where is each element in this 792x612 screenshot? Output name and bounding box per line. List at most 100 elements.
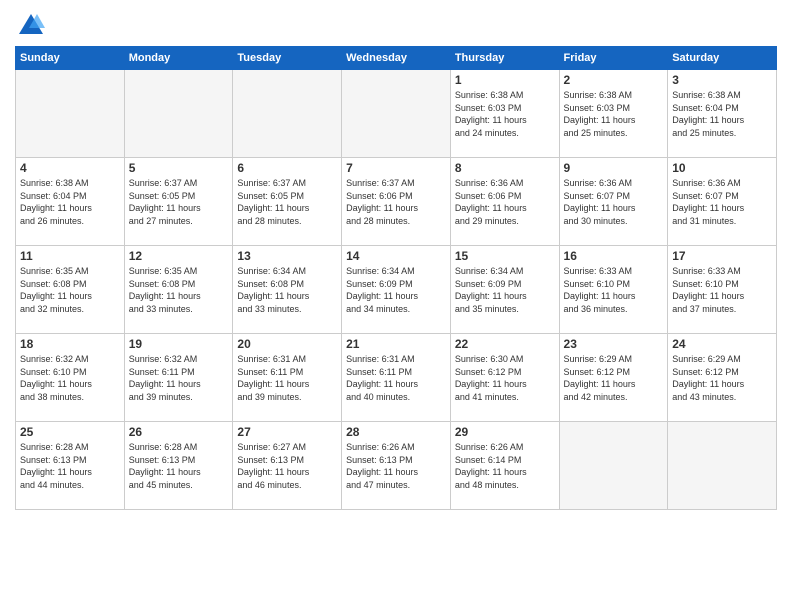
- day-info: Sunrise: 6:38 AM Sunset: 6:04 PM Dayligh…: [20, 177, 120, 227]
- day-number: 21: [346, 337, 446, 351]
- day-number: 24: [672, 337, 772, 351]
- header: [15, 10, 777, 38]
- day-number: 15: [455, 249, 555, 263]
- calendar-cell: 9 Sunrise: 6:36 AM Sunset: 6:07 PM Daylig…: [559, 158, 668, 246]
- day-info: Sunrise: 6:36 AM Sunset: 6:06 PM Dayligh…: [455, 177, 555, 227]
- week-row-4: 25 Sunrise: 6:28 AM Sunset: 6:13 PM Dayli…: [16, 422, 777, 510]
- day-number: 29: [455, 425, 555, 439]
- calendar-cell: 14 Sunrise: 6:34 AM Sunset: 6:09 PM Dayli…: [342, 246, 451, 334]
- day-number: 18: [20, 337, 120, 351]
- day-info: Sunrise: 6:31 AM Sunset: 6:11 PM Dayligh…: [237, 353, 337, 403]
- calendar-cell: 24Sunrise: 6:29 AM Sunset: 6:12 PM Dayli…: [668, 334, 777, 422]
- weekday-header-tuesday: Tuesday: [233, 47, 342, 70]
- page: SundayMondayTuesdayWednesdayThursdayFrid…: [0, 0, 792, 612]
- calendar-cell: 4 Sunrise: 6:38 AM Sunset: 6:04 PM Daylig…: [16, 158, 125, 246]
- calendar-cell: 25 Sunrise: 6:28 AM Sunset: 6:13 PM Dayli…: [16, 422, 125, 510]
- calendar-cell: 19 Sunrise: 6:32 AM Sunset: 6:11 PM Dayli…: [124, 334, 233, 422]
- day-number: 26: [129, 425, 229, 439]
- day-info: Sunrise: 6:37 AM Sunset: 6:06 PM Dayligh…: [346, 177, 446, 227]
- calendar-cell: 15 Sunrise: 6:34 AM Sunset: 6:09 PM Dayli…: [450, 246, 559, 334]
- calendar-cell: 22 Sunrise: 6:30 AM Sunset: 6:12 PM Dayli…: [450, 334, 559, 422]
- day-number: 7: [346, 161, 446, 175]
- calendar-cell: 27 Sunrise: 6:27 AM Sunset: 6:13 PM Dayli…: [233, 422, 342, 510]
- calendar-cell: 3 Sunrise: 6:38 AM Sunset: 6:04 PM Daylig…: [668, 70, 777, 158]
- day-info: Sunrise: 6:34 AM Sunset: 6:09 PM Dayligh…: [346, 265, 446, 315]
- day-info: Sunrise: 6:38 AM Sunset: 6:03 PM Dayligh…: [564, 89, 664, 139]
- logo: [15, 10, 45, 38]
- calendar-cell: 28 Sunrise: 6:26 AM Sunset: 6:13 PM Dayli…: [342, 422, 451, 510]
- calendar-cell: 16Sunrise: 6:33 AM Sunset: 6:10 PM Dayli…: [559, 246, 668, 334]
- calendar-cell: 6 Sunrise: 6:37 AM Sunset: 6:05 PM Daylig…: [233, 158, 342, 246]
- weekday-header-friday: Friday: [559, 47, 668, 70]
- day-number: 2: [564, 73, 664, 87]
- week-row-3: 18 Sunrise: 6:32 AM Sunset: 6:10 PM Dayli…: [16, 334, 777, 422]
- day-info: Sunrise: 6:34 AM Sunset: 6:08 PM Dayligh…: [237, 265, 337, 315]
- calendar-body: 1 Sunrise: 6:38 AM Sunset: 6:03 PM Daylig…: [16, 70, 777, 510]
- calendar-cell: 5 Sunrise: 6:37 AM Sunset: 6:05 PM Daylig…: [124, 158, 233, 246]
- day-info: Sunrise: 6:32 AM Sunset: 6:11 PM Dayligh…: [129, 353, 229, 403]
- weekday-header-wednesday: Wednesday: [342, 47, 451, 70]
- day-number: 22: [455, 337, 555, 351]
- day-info: Sunrise: 6:28 AM Sunset: 6:13 PM Dayligh…: [20, 441, 120, 491]
- day-number: 11: [20, 249, 120, 263]
- day-info: Sunrise: 6:33 AM Sunset: 6:10 PM Dayligh…: [672, 265, 772, 315]
- day-info: Sunrise: 6:27 AM Sunset: 6:13 PM Dayligh…: [237, 441, 337, 491]
- calendar-cell: 11 Sunrise: 6:35 AM Sunset: 6:08 PM Dayli…: [16, 246, 125, 334]
- calendar-cell: 26 Sunrise: 6:28 AM Sunset: 6:13 PM Dayli…: [124, 422, 233, 510]
- day-info: Sunrise: 6:35 AM Sunset: 6:08 PM Dayligh…: [20, 265, 120, 315]
- day-info: Sunrise: 6:32 AM Sunset: 6:10 PM Dayligh…: [20, 353, 120, 403]
- day-info: Sunrise: 6:28 AM Sunset: 6:13 PM Dayligh…: [129, 441, 229, 491]
- day-info: Sunrise: 6:26 AM Sunset: 6:13 PM Dayligh…: [346, 441, 446, 491]
- day-number: 27: [237, 425, 337, 439]
- calendar-cell: [124, 70, 233, 158]
- calendar-cell: 20 Sunrise: 6:31 AM Sunset: 6:11 PM Dayli…: [233, 334, 342, 422]
- calendar-table: SundayMondayTuesdayWednesdayThursdayFrid…: [15, 46, 777, 510]
- day-info: Sunrise: 6:37 AM Sunset: 6:05 PM Dayligh…: [129, 177, 229, 227]
- weekday-header-row: SundayMondayTuesdayWednesdayThursdayFrid…: [16, 47, 777, 70]
- calendar-cell: 13 Sunrise: 6:34 AM Sunset: 6:08 PM Dayli…: [233, 246, 342, 334]
- calendar-cell: [233, 70, 342, 158]
- calendar-cell: 2 Sunrise: 6:38 AM Sunset: 6:03 PM Daylig…: [559, 70, 668, 158]
- calendar-cell: 21 Sunrise: 6:31 AM Sunset: 6:11 PM Dayli…: [342, 334, 451, 422]
- day-info: Sunrise: 6:38 AM Sunset: 6:04 PM Dayligh…: [672, 89, 772, 139]
- day-info: Sunrise: 6:38 AM Sunset: 6:03 PM Dayligh…: [455, 89, 555, 139]
- week-row-1: 4 Sunrise: 6:38 AM Sunset: 6:04 PM Daylig…: [16, 158, 777, 246]
- weekday-header-sunday: Sunday: [16, 47, 125, 70]
- calendar-cell: 7 Sunrise: 6:37 AM Sunset: 6:06 PM Daylig…: [342, 158, 451, 246]
- day-info: Sunrise: 6:34 AM Sunset: 6:09 PM Dayligh…: [455, 265, 555, 315]
- calendar-cell: 29Sunrise: 6:26 AM Sunset: 6:14 PM Dayli…: [450, 422, 559, 510]
- weekday-header-saturday: Saturday: [668, 47, 777, 70]
- calendar-cell: 12 Sunrise: 6:35 AM Sunset: 6:08 PM Dayli…: [124, 246, 233, 334]
- logo-icon: [17, 10, 45, 38]
- day-number: 13: [237, 249, 337, 263]
- day-number: 8: [455, 161, 555, 175]
- day-info: Sunrise: 6:37 AM Sunset: 6:05 PM Dayligh…: [237, 177, 337, 227]
- calendar-cell: 23Sunrise: 6:29 AM Sunset: 6:12 PM Dayli…: [559, 334, 668, 422]
- week-row-2: 11 Sunrise: 6:35 AM Sunset: 6:08 PM Dayli…: [16, 246, 777, 334]
- calendar-cell: [16, 70, 125, 158]
- day-number: 4: [20, 161, 120, 175]
- weekday-header-monday: Monday: [124, 47, 233, 70]
- day-number: 19: [129, 337, 229, 351]
- day-info: Sunrise: 6:30 AM Sunset: 6:12 PM Dayligh…: [455, 353, 555, 403]
- day-number: 14: [346, 249, 446, 263]
- day-number: 6: [237, 161, 337, 175]
- week-row-0: 1 Sunrise: 6:38 AM Sunset: 6:03 PM Daylig…: [16, 70, 777, 158]
- calendar-cell: [668, 422, 777, 510]
- day-number: 5: [129, 161, 229, 175]
- weekday-header-thursday: Thursday: [450, 47, 559, 70]
- day-info: Sunrise: 6:35 AM Sunset: 6:08 PM Dayligh…: [129, 265, 229, 315]
- day-number: 12: [129, 249, 229, 263]
- day-info: Sunrise: 6:36 AM Sunset: 6:07 PM Dayligh…: [564, 177, 664, 227]
- day-number: 1: [455, 73, 555, 87]
- calendar-cell: [559, 422, 668, 510]
- day-number: 23: [564, 337, 664, 351]
- day-number: 28: [346, 425, 446, 439]
- calendar-cell: 17Sunrise: 6:33 AM Sunset: 6:10 PM Dayli…: [668, 246, 777, 334]
- day-number: 25: [20, 425, 120, 439]
- day-number: 9: [564, 161, 664, 175]
- day-number: 3: [672, 73, 772, 87]
- day-info: Sunrise: 6:33 AM Sunset: 6:10 PM Dayligh…: [564, 265, 664, 315]
- day-info: Sunrise: 6:31 AM Sunset: 6:11 PM Dayligh…: [346, 353, 446, 403]
- day-number: 20: [237, 337, 337, 351]
